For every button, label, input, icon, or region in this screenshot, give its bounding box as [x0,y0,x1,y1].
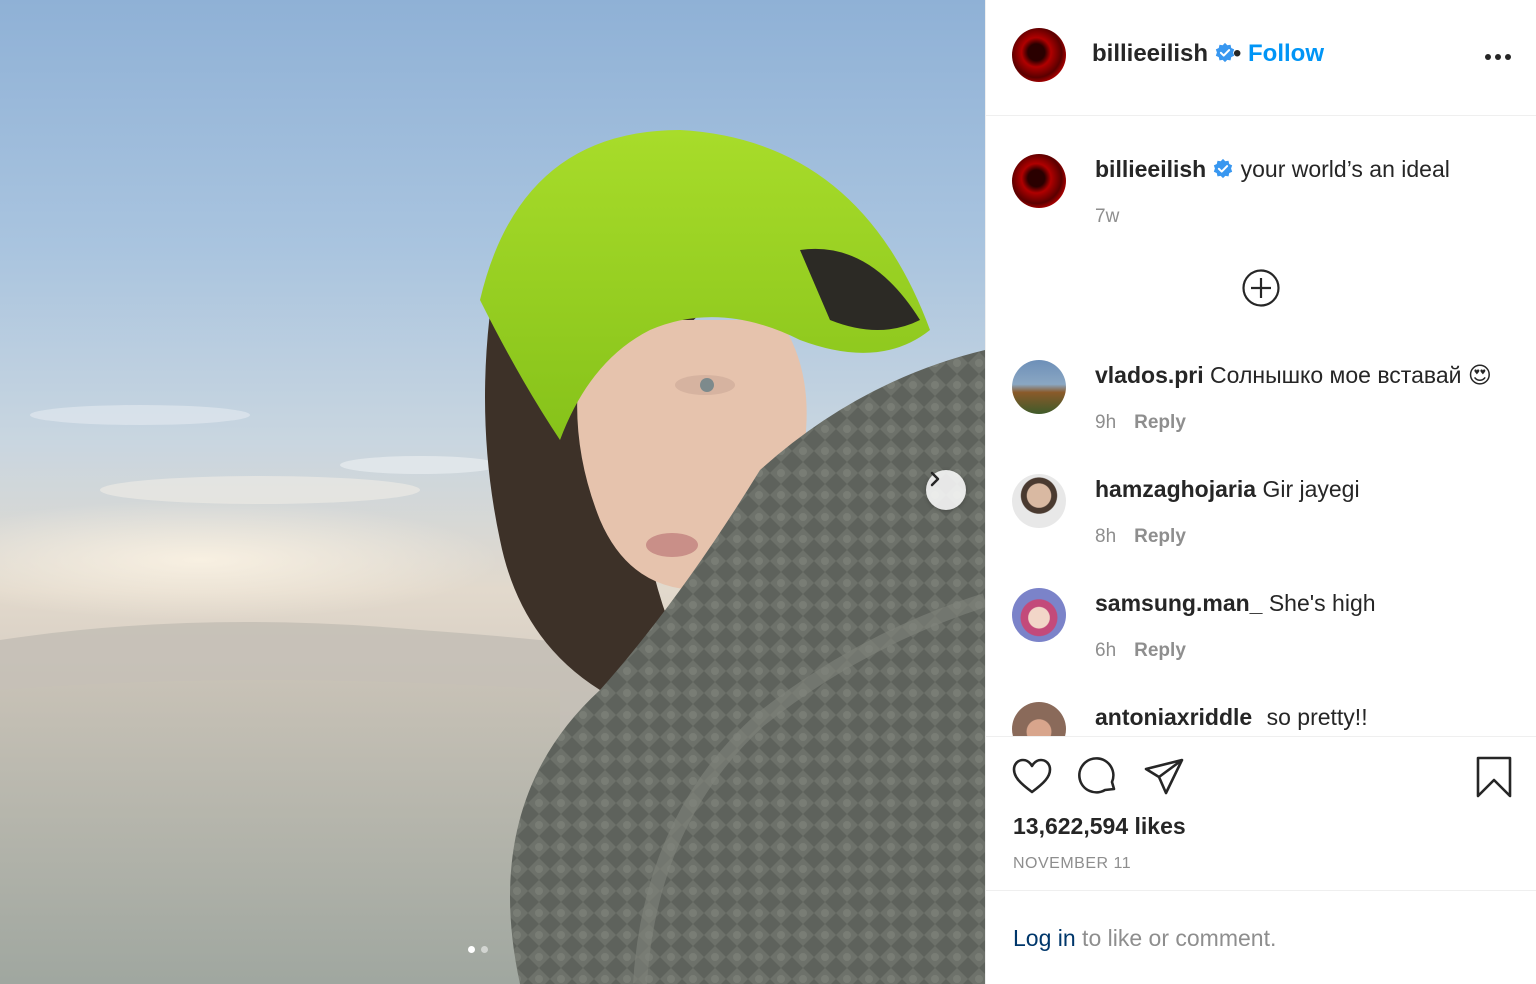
comment-bubble-icon[interactable] [1076,755,1120,799]
avatar[interactable] [1012,28,1066,82]
sun-haze [0,500,500,620]
carousel-dot [481,946,488,953]
comment-line: antoniaxriddle so pretty!! [1095,704,1368,731]
comment-meta: 9h Reply [1095,412,1186,434]
more-options-icon[interactable] [1480,42,1516,72]
caption-age: 7w [1095,206,1120,227]
login-prompt: Log in to like or comment. [986,890,1536,984]
chevron-right-icon [930,471,940,487]
caption-line: billieeilish your world’s an ideal [1095,156,1450,183]
avatar[interactable] [1012,474,1066,528]
reply-button[interactable]: Reply [1134,526,1186,547]
follow-button[interactable]: Follow [1248,40,1324,68]
carousel-indicator [468,946,488,953]
comment-text: so pretty!! [1266,704,1368,730]
post-side-panel: billieeilish • Follow billieeilish your … [985,0,1536,984]
comment-line: samsung.man_ She's high [1095,590,1376,617]
login-link[interactable]: Log in [1013,925,1076,951]
avatar[interactable] [1012,588,1066,642]
post-photo[interactable] [0,0,985,984]
next-photo-button[interactable] [926,470,966,510]
comment-text: She's high [1268,590,1376,616]
caption-text: your world’s an ideal [1240,156,1450,182]
cloud [340,456,500,474]
comment-username[interactable]: antoniaxriddle [1095,704,1252,730]
comment-line: hamzaghojaria Gir jayegi [1095,476,1360,503]
caption-username[interactable]: billieeilish [1095,156,1206,182]
iris [700,378,714,392]
post-date[interactable]: NOVEMBER 11 [1013,855,1131,873]
photo-illustration [0,130,985,984]
post-actions: 13,622,594 likes NOVEMBER 11 [986,736,1536,890]
comments-list[interactable]: billieeilish your world’s an ideal 7w vl… [986,116,1536,736]
comment-age: 8h [1095,526,1117,547]
header-username[interactable]: billieeilish [1092,40,1236,68]
avatar[interactable] [1012,154,1066,208]
cloud [100,476,420,504]
plus-circle-icon[interactable] [1241,268,1281,308]
username-link[interactable]: billieeilish [1092,40,1208,67]
heart-icon[interactable] [1010,755,1054,799]
post-header: billieeilish • Follow [986,0,1536,116]
avatar[interactable] [1012,702,1066,736]
comment-line: vlados.pri Солнышко мое вставай 😍 [1095,362,1492,389]
likes-count[interactable]: 13,622,594 likes [1013,813,1186,840]
comment-text: Gir jayegi [1262,476,1360,502]
comment-age: 6h [1095,640,1117,661]
lips [646,533,698,557]
avatar[interactable] [1012,360,1066,414]
comment-username[interactable]: vlados.pri [1095,362,1204,388]
cloud [30,405,250,425]
comment-meta: 6h Reply [1095,640,1186,662]
verified-badge-icon [1214,158,1233,179]
city-valley [0,680,560,984]
bookmark-icon[interactable] [1472,755,1516,799]
login-prompt-text: Log in to like or comment. [1013,925,1276,952]
reply-button[interactable]: Reply [1134,412,1186,433]
comment-username[interactable]: samsung.man_ [1095,590,1262,616]
comment-meta: 8h Reply [1095,526,1186,548]
comment-username[interactable]: hamzaghojaria [1095,476,1256,502]
login-prompt-rest: to like or comment. [1075,925,1277,951]
carousel-dot [468,946,475,953]
heart-eyes-emoji: 😍 [1467,362,1492,388]
comment-text: Солнышко мое вставай [1210,362,1462,388]
reply-button[interactable]: Reply [1134,640,1186,661]
comment-age: 9h [1095,412,1117,433]
separator-dot: • [1233,40,1242,67]
paper-plane-icon[interactable] [1142,755,1186,799]
